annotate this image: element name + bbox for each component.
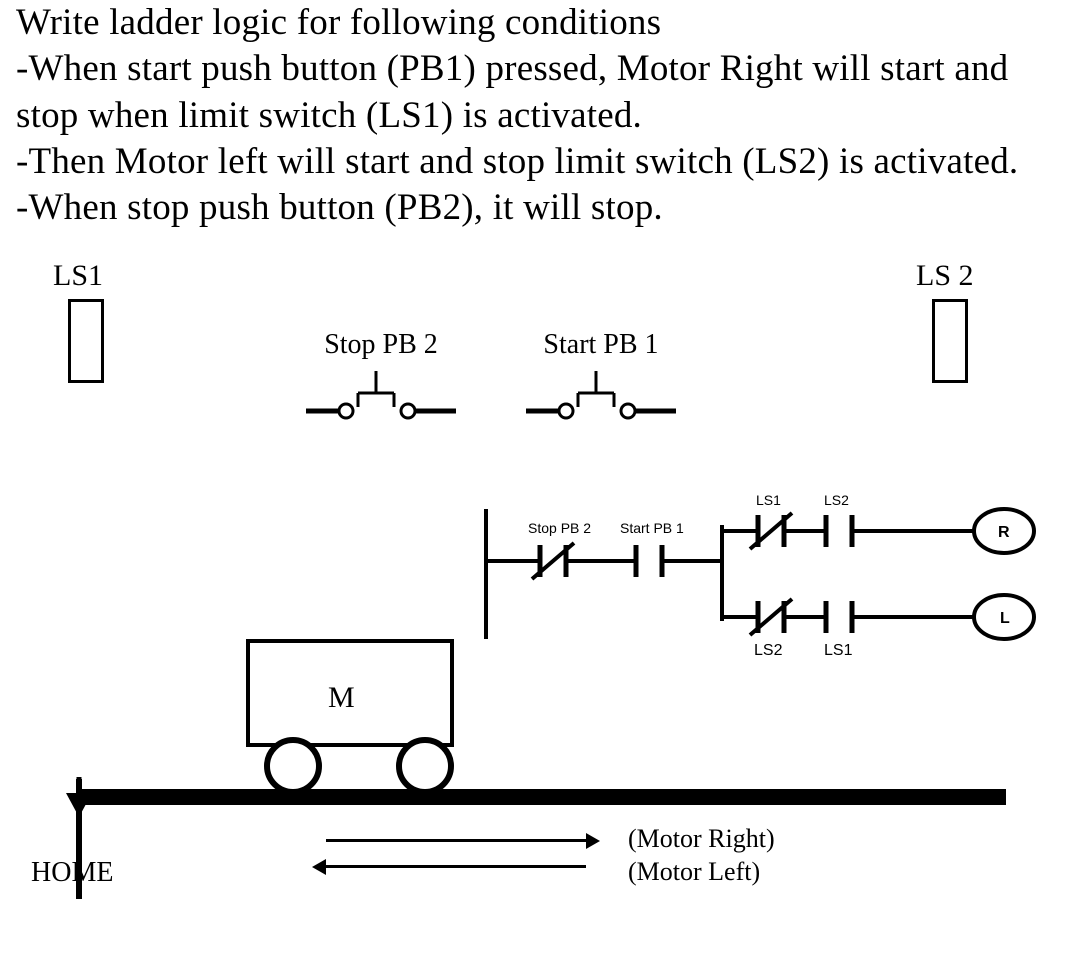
motor-m-label: M: [328, 681, 355, 715]
label-motor-right: (Motor Right): [628, 824, 775, 854]
diagram-container: LS1 LS 2 Stop PB 2 Start PB 1: [16, 259, 1064, 899]
ladder-start-label: Start PB 1: [620, 520, 684, 536]
label-ls2: LS 2: [916, 259, 974, 293]
ladder-diagram: Stop PB 2 Start PB 1 LS1: [474, 489, 1064, 674]
ladder-ls1-top: LS1: [756, 492, 781, 508]
arrow-right-icon: [326, 839, 586, 842]
limit-switch-2-icon: [932, 299, 968, 383]
problem-title: Write ladder logic for following conditi…: [16, 0, 1064, 46]
wheel-icon: [396, 737, 454, 795]
stop-pb-label: Stop PB 2: [296, 329, 466, 361]
problem-statement: Write ladder logic for following conditi…: [16, 0, 1064, 231]
arrow-down-icon: [54, 777, 104, 841]
ladder-ls2-bot: LS2: [754, 642, 783, 659]
limit-switch-1-icon: [68, 299, 104, 383]
ladder-stop-label: Stop PB 2: [528, 520, 591, 536]
wheel-icon: [264, 737, 322, 795]
stop-push-button: Stop PB 2: [296, 329, 466, 432]
arrow-left-icon: [326, 865, 586, 868]
problem-line-3: -When stop push button (PB2), it will st…: [16, 185, 1064, 231]
label-home: HOME: [31, 857, 113, 889]
track-icon: [76, 789, 1006, 805]
pushbutton-nc-icon: [296, 367, 466, 427]
problem-line-2: -Then Motor left will start and stop lim…: [16, 139, 1064, 185]
start-push-button: Start PB 1: [516, 329, 686, 432]
label-motor-left: (Motor Left): [628, 857, 760, 887]
start-pb-label: Start PB 1: [516, 329, 686, 361]
ladder-ls2-top: LS2: [824, 492, 849, 508]
label-ls1: LS1: [53, 259, 103, 293]
pushbutton-no-icon: [516, 367, 686, 427]
problem-line-1: -When start push button (PB1) pressed, M…: [16, 46, 1064, 139]
ladder-coil-l: L: [1000, 610, 1010, 627]
ladder-ls1-bot: LS1: [824, 642, 853, 659]
ladder-coil-r: R: [998, 524, 1010, 541]
